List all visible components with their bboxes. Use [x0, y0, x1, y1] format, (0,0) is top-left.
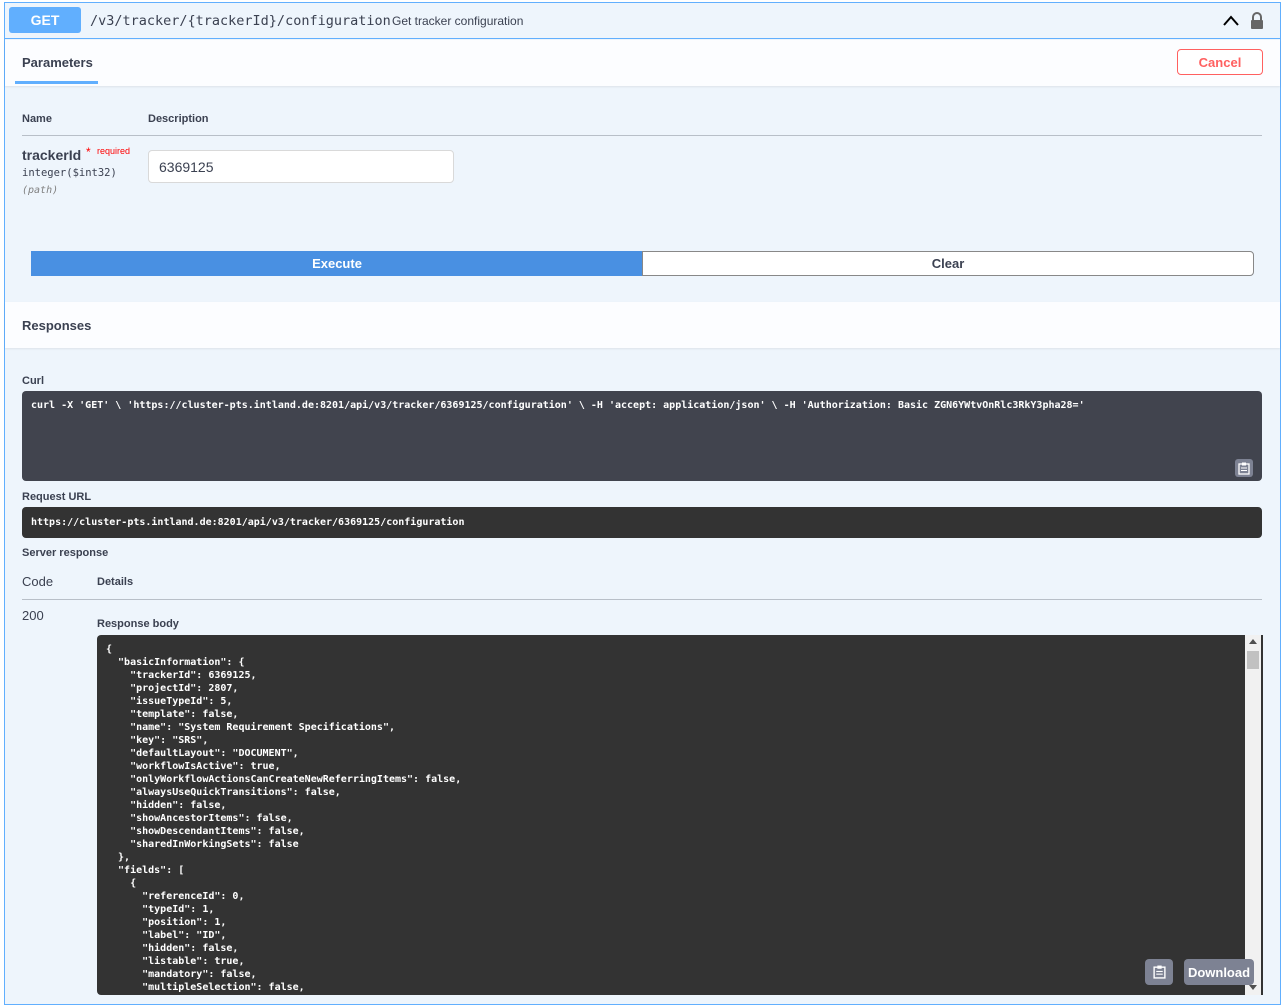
curl-command[interactable]: curl -X 'GET' \ 'https://cluster-pts.int… — [22, 391, 1262, 481]
execute-button[interactable]: Execute — [31, 251, 643, 276]
chevron-up-icon[interactable] — [1221, 13, 1241, 29]
endpoint-description: Get tracker configuration — [392, 14, 524, 28]
required-label: required — [97, 146, 131, 156]
column-header-description: Description — [148, 113, 209, 125]
endpoint-path: /v3/tracker/{trackerId}/configuration — [90, 13, 391, 29]
param-name: trackerId — [22, 147, 82, 163]
operation-summary[interactable]: GET /v3/tracker/{trackerId}/configuratio… — [5, 3, 1280, 39]
responses-title: Responses — [22, 318, 92, 333]
clipboard-icon — [1238, 462, 1250, 475]
scroll-down-arrow[interactable] — [1249, 985, 1257, 990]
request-url-label: Request URL — [22, 491, 92, 503]
response-body-label: Response body — [97, 618, 179, 630]
parameters-header: Parameters Cancel — [5, 40, 1280, 86]
response-body[interactable]: { "basicInformation": { "trackerId": 636… — [97, 635, 1263, 995]
column-header-name: Name — [22, 113, 52, 125]
scroll-thumb[interactable] — [1247, 651, 1259, 669]
copy-curl-icon[interactable] — [1235, 459, 1253, 477]
copy-body-button[interactable] — [1145, 959, 1173, 985]
tab-underline — [15, 81, 98, 84]
response-divider — [22, 599, 1262, 600]
clear-button[interactable]: Clear — [642, 251, 1254, 276]
download-button[interactable]: Download — [1184, 959, 1254, 985]
tab-parameters[interactable]: Parameters — [22, 55, 93, 70]
details-column-header: Details — [97, 576, 134, 588]
status-code: 200 — [22, 608, 44, 623]
clipboard-icon — [1152, 965, 1166, 979]
param-type: integer($int32) — [22, 167, 117, 179]
trackerid-input[interactable]: 6369125 — [148, 150, 454, 183]
method-badge: GET — [9, 7, 81, 33]
lock-icon[interactable] — [1249, 12, 1265, 30]
param-location: (path) — [22, 185, 59, 196]
response-body-text: { "basicInformation": { "trackerId": 636… — [106, 644, 462, 993]
required-star: * — [86, 145, 91, 159]
request-url[interactable]: https://cluster-pts.intland.de:8201/api/… — [22, 507, 1262, 538]
operation-block: GET /v3/tracker/{trackerId}/configuratio… — [4, 2, 1281, 1005]
server-response-label: Server response — [22, 547, 109, 559]
code-column-header: Code — [22, 574, 54, 589]
scroll-up-arrow[interactable] — [1249, 639, 1257, 644]
responses-header: Responses — [5, 302, 1280, 348]
table-divider — [22, 135, 1262, 136]
cancel-button[interactable]: Cancel — [1177, 49, 1263, 75]
curl-label: Curl — [22, 375, 44, 387]
response-scrollbar[interactable] — [1245, 635, 1261, 995]
